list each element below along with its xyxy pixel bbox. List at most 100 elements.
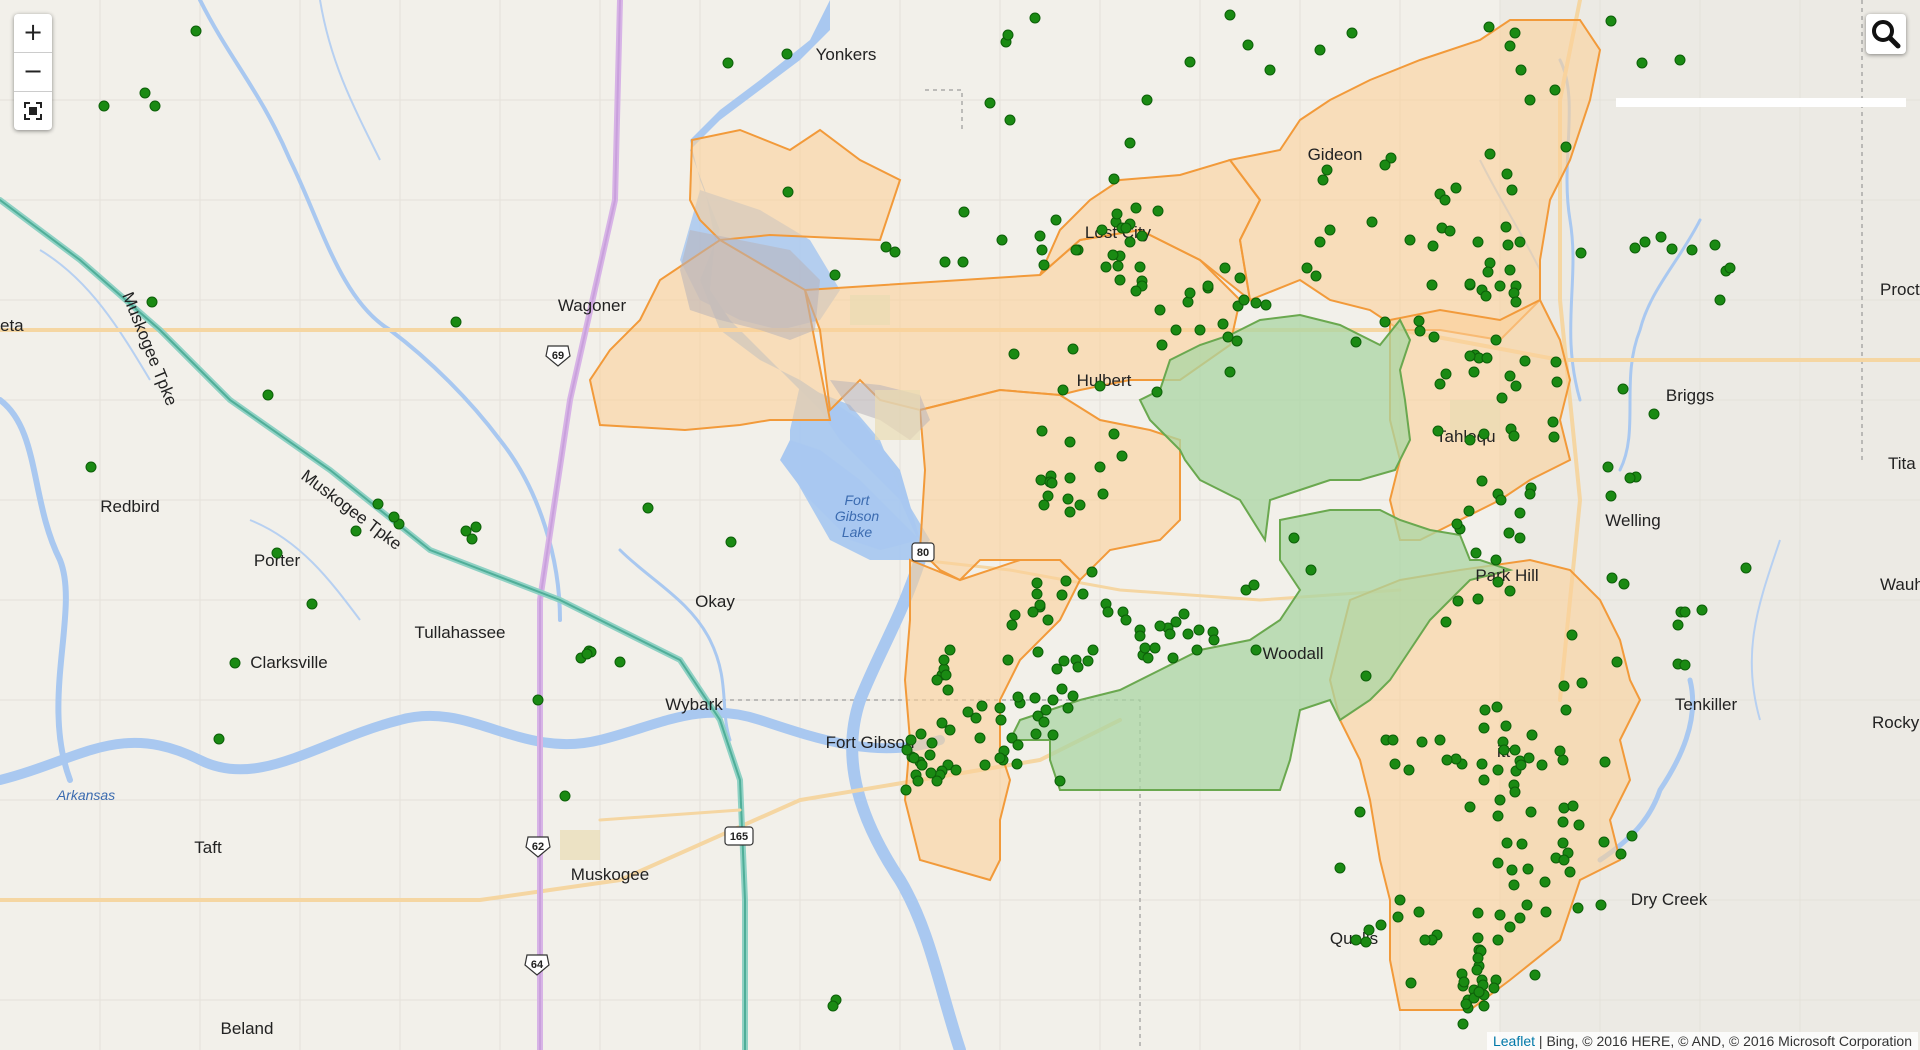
fullscreen-button[interactable] (14, 92, 52, 130)
map-marker[interactable] (944, 644, 956, 656)
map-marker[interactable] (1504, 40, 1516, 52)
map-marker[interactable] (1427, 240, 1439, 252)
map-marker[interactable] (1006, 619, 1018, 631)
map-marker[interactable] (1617, 383, 1629, 395)
map-marker[interactable] (1107, 249, 1119, 261)
map-marker[interactable] (559, 790, 571, 802)
map-marker[interactable] (938, 654, 950, 666)
map-marker[interactable] (1234, 272, 1246, 284)
map-marker[interactable] (1679, 606, 1691, 618)
map-marker[interactable] (1492, 764, 1504, 776)
map-marker[interactable] (1141, 94, 1153, 106)
map-marker[interactable] (1394, 894, 1406, 906)
map-marker[interactable] (1191, 644, 1203, 656)
map-marker[interactable] (1558, 854, 1570, 866)
map-marker[interactable] (1170, 616, 1182, 628)
map-marker[interactable] (1492, 576, 1504, 588)
map-marker[interactable] (1170, 324, 1182, 336)
map-marker[interactable] (1479, 704, 1491, 716)
map-marker[interactable] (1450, 753, 1462, 765)
map-marker[interactable] (926, 737, 938, 749)
map-marker[interactable] (1509, 27, 1521, 39)
map-marker[interactable] (1149, 642, 1161, 654)
map-marker[interactable] (1114, 274, 1126, 286)
map-marker[interactable] (1067, 690, 1079, 702)
map-marker[interactable] (1504, 921, 1516, 933)
map-marker[interactable] (1042, 614, 1054, 626)
map-marker[interactable] (1464, 278, 1476, 290)
map-marker[interactable] (1503, 527, 1515, 539)
map-marker[interactable] (1554, 745, 1566, 757)
map-marker[interactable] (1002, 654, 1014, 666)
map-marker[interactable] (1031, 588, 1043, 600)
map-marker[interactable] (1032, 646, 1044, 658)
map-marker[interactable] (1598, 836, 1610, 848)
map-marker[interactable] (1426, 279, 1438, 291)
map-marker[interactable] (1629, 242, 1641, 254)
map-marker[interactable] (996, 234, 1008, 246)
map-marker[interactable] (1566, 629, 1578, 641)
map-marker[interactable] (1321, 164, 1333, 176)
map-marker[interactable] (908, 752, 920, 764)
map-marker[interactable] (532, 694, 544, 706)
map-marker[interactable] (1094, 461, 1106, 473)
map-marker[interactable] (1548, 431, 1560, 443)
map-marker[interactable] (1602, 461, 1614, 473)
map-marker[interactable] (306, 598, 318, 610)
map-marker[interactable] (1504, 264, 1516, 276)
map-marker[interactable] (1444, 225, 1456, 237)
map-marker[interactable] (1375, 919, 1387, 931)
map-marker[interactable] (976, 700, 988, 712)
map-marker[interactable] (1615, 848, 1627, 860)
map-marker[interactable] (1434, 734, 1446, 746)
map-marker[interactable] (1501, 837, 1513, 849)
map-marker[interactable] (1508, 287, 1520, 299)
map-marker[interactable] (1096, 224, 1108, 236)
map-marker[interactable] (1557, 816, 1569, 828)
map-marker[interactable] (1250, 644, 1262, 656)
map-marker[interactable] (1134, 630, 1146, 642)
map-marker[interactable] (995, 714, 1007, 726)
map-marker[interactable] (1260, 299, 1272, 311)
map-marker[interactable] (1501, 168, 1513, 180)
map-marker[interactable] (1439, 194, 1451, 206)
map-marker[interactable] (139, 87, 151, 99)
map-marker[interactable] (1514, 236, 1526, 248)
map-marker[interactable] (1516, 838, 1528, 850)
map-marker[interactable] (1636, 57, 1648, 69)
map-marker[interactable] (984, 97, 996, 109)
map-marker[interactable] (1011, 758, 1023, 770)
map-marker[interactable] (1491, 701, 1503, 713)
search-button[interactable] (1866, 14, 1906, 54)
map-marker[interactable] (1038, 716, 1050, 728)
map-marker[interactable] (1529, 969, 1541, 981)
map-marker[interactable] (1494, 280, 1506, 292)
map-marker[interactable] (900, 784, 912, 796)
map-marker[interactable] (229, 657, 241, 669)
map-marker[interactable] (1492, 810, 1504, 822)
map-marker[interactable] (1031, 577, 1043, 589)
map-marker[interactable] (1151, 386, 1163, 398)
map-marker[interactable] (1490, 334, 1502, 346)
map-marker[interactable] (1194, 324, 1206, 336)
map-marker[interactable] (1478, 1000, 1490, 1012)
map-marker[interactable] (782, 186, 794, 198)
map-marker[interactable] (1062, 493, 1074, 505)
map-marker[interactable] (1314, 44, 1326, 56)
map-marker[interactable] (1060, 575, 1072, 587)
map-marker[interactable] (1458, 976, 1470, 988)
map-marker[interactable] (1478, 774, 1490, 786)
map-marker[interactable] (1557, 754, 1569, 766)
map-marker[interactable] (1202, 280, 1214, 292)
map-marker[interactable] (1050, 214, 1062, 226)
map-marker[interactable] (1314, 236, 1326, 248)
map-marker[interactable] (98, 100, 110, 112)
map-marker[interactable] (1036, 425, 1048, 437)
map-marker[interactable] (1464, 434, 1476, 446)
map-marker[interactable] (901, 744, 913, 756)
map-marker[interactable] (1193, 624, 1205, 636)
map-marker[interactable] (1551, 376, 1563, 388)
map-marker[interactable] (372, 498, 384, 510)
map-marker[interactable] (1666, 243, 1678, 255)
map-marker[interactable] (936, 717, 948, 729)
